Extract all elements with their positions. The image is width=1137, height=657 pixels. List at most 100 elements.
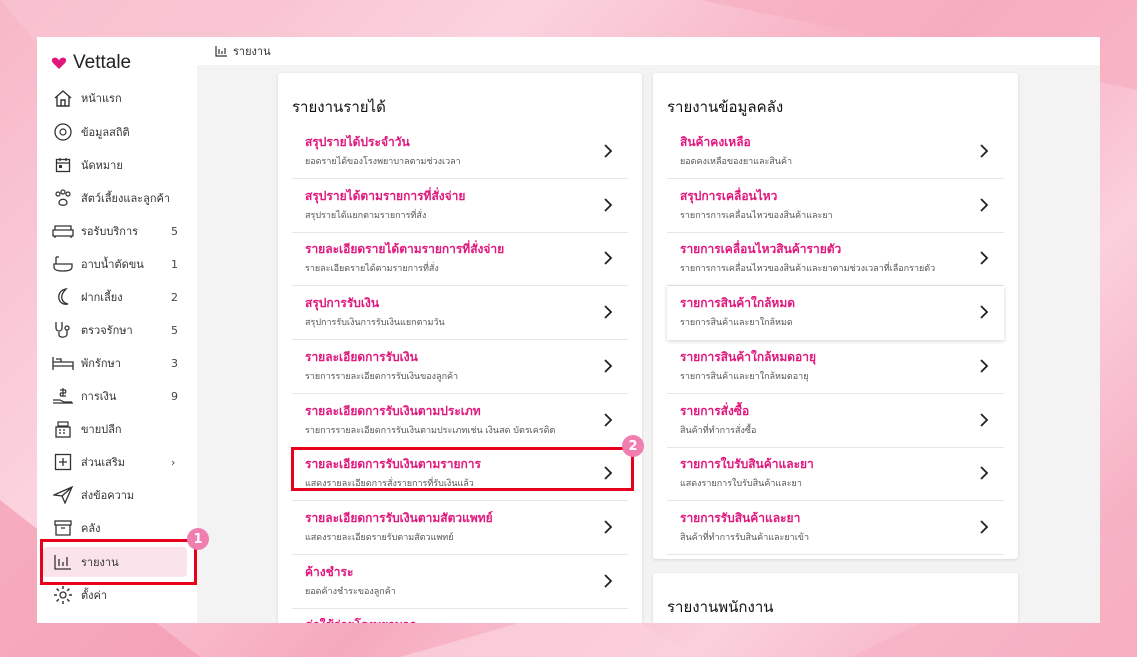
step-badge-1: 1 bbox=[187, 528, 209, 550]
staff-reports-title: รายงานพนักงาน bbox=[667, 598, 774, 616]
sidebar-item-label: การเงิน bbox=[81, 390, 117, 403]
send-icon bbox=[52, 484, 74, 506]
sidebar-item-count: 5 bbox=[171, 323, 178, 337]
report-title: สรุปการเคลื่อนไหว bbox=[680, 188, 778, 203]
sidebar-item-appointments[interactable]: นัดหมาย bbox=[43, 150, 187, 180]
sidebar-item-boarding[interactable]: ฝากเลี้ยง 2 bbox=[43, 282, 187, 312]
bathtub-icon bbox=[52, 253, 74, 275]
chevron-right-icon bbox=[604, 520, 613, 534]
sidebar-item-label: คลัง bbox=[81, 522, 101, 535]
archive-icon bbox=[52, 517, 74, 539]
report-row[interactable]: รายการเคลื่อนไหวสินค้ารายตัว รายการการเคล… bbox=[667, 232, 1004, 287]
report-row[interactable]: ค้างชำระ ยอดค้างชำระของลูกค้า bbox=[292, 555, 628, 609]
income-reports-card: รายงานรายได้ สรุปรายได้ประจำวัน ยอดรายได้… bbox=[278, 73, 642, 623]
breadcrumb-label[interactable]: รายงาน bbox=[233, 42, 271, 60]
money-icon bbox=[52, 385, 74, 407]
report-title: รายการเคลื่อนไหวสินค้ารายตัว bbox=[680, 242, 842, 257]
sidebar-item-label: ส่วนเสริม bbox=[81, 456, 126, 469]
sidebar-item-count: 9 bbox=[171, 389, 178, 403]
chevron-right-icon bbox=[980, 198, 989, 212]
report-subtitle: แสดงรายละเอียดรายรับตามสัตวแพทย์ bbox=[305, 532, 454, 543]
moon-icon bbox=[52, 286, 74, 308]
highlight-box-reports bbox=[40, 539, 197, 585]
report-subtitle: สินค้าที่ทำการสั่งซื้อ bbox=[680, 425, 757, 436]
sidebar-item-label: นัดหมาย bbox=[81, 159, 123, 172]
report-title: รายการสินค้าใกล้หมด bbox=[680, 296, 796, 311]
report-row[interactable]: สรุปรายได้ประจำวัน ยอดรายได้ของโรงพยาบาลต… bbox=[292, 125, 628, 179]
chevron-right-icon bbox=[604, 359, 613, 373]
bar-chart-icon bbox=[215, 45, 227, 57]
stethoscope-icon bbox=[52, 319, 74, 341]
sidebar-item-retail[interactable]: ขายปลีก bbox=[43, 414, 187, 444]
sidebar-item-inpatient[interactable]: พักรักษา 3 bbox=[43, 348, 187, 378]
report-subtitle: สินค้าที่ทำการรับสินค้าและยาเข้า bbox=[680, 532, 810, 543]
sidebar-item-home[interactable]: หน้าแรก bbox=[43, 83, 187, 113]
report-title: สรุปรายได้ประจำวัน bbox=[305, 135, 410, 149]
report-title: รายการใบรับสินค้าและยา bbox=[680, 457, 814, 472]
report-subtitle: สรุปรายได้แยกตามรายการที่สั่ง bbox=[305, 210, 427, 221]
report-row[interactable]: รายการรับสินค้าและยาสินค้าที่ทำการรับสิน… bbox=[667, 501, 1004, 555]
report-title: สรุปรายได้ตามรายการที่สั่งจ่าย bbox=[305, 188, 466, 203]
sidebar-item-extras[interactable]: ส่วนเสริม › bbox=[43, 447, 187, 477]
chevron-right-icon bbox=[980, 251, 989, 266]
sidebar-item-stats[interactable]: ข้อมูลสถิติ bbox=[43, 117, 187, 147]
inventory-reports-title: รายงานข้อมูลคลัง bbox=[667, 98, 784, 116]
report-subtitle: รายการการเคลื่อนไหวของสินค้าและยา bbox=[680, 210, 833, 221]
report-title: รายการสั่งซื้อ bbox=[680, 403, 750, 418]
sidebar-item-count: 2 bbox=[171, 290, 178, 304]
staff-reports-card: รายงานพนักงาน bbox=[653, 573, 1018, 623]
inventory-reports-card: รายงานข้อมูลคลัง สินค้าคงเหลือ ยอดคงเหลือ… bbox=[653, 73, 1018, 559]
report-subtitle: แสดงรายการใบรับสินค้าและยา bbox=[680, 479, 802, 490]
report-title: รายละเอียดรายได้ตามรายการที่สั่งจ่าย bbox=[305, 242, 505, 257]
app-window: Vettale หน้าแรกข้อมูลสถิตินัดหมายสัตว์เล… bbox=[37, 37, 1100, 623]
report-title: รายละเอียดการรับเงิน bbox=[305, 349, 418, 364]
report-row[interactable]: ค่าใช้จ่ายโรงพยาบาล bbox=[292, 608, 628, 623]
report-row[interactable]: รายการใบรับสินค้าและยาแสดงรายการใบรับสิน… bbox=[667, 447, 1004, 502]
sidebar-item-label: หน้าแรก bbox=[81, 92, 122, 105]
sidebar-item-count: 1 bbox=[171, 257, 178, 271]
highlight-box-report-row bbox=[291, 447, 634, 491]
gear-icon bbox=[52, 584, 74, 606]
report-row[interactable]: รายการสินค้าใกล้หมด รายการสินค้าและยาใกล้… bbox=[667, 286, 1004, 340]
sidebar-item-count: › bbox=[171, 455, 176, 469]
chevron-right-icon bbox=[980, 520, 989, 534]
report-row[interactable]: รายละเอียดรายได้ตามรายการที่สั่งจ่าย รายล… bbox=[292, 232, 628, 287]
report-row[interactable]: สินค้าคงเหลือ ยอดคงเหลือของยาและสินค้า bbox=[667, 125, 1004, 179]
report-row[interactable]: รายละเอียดการรับเงินตามประเภท รายการรายละ… bbox=[292, 394, 628, 448]
report-subtitle: รายการรายละเอียดการรับเงินของลูกค้า bbox=[305, 371, 459, 382]
sidebar-item-exam[interactable]: ตรวจรักษา 5 bbox=[43, 315, 187, 345]
report-row[interactable]: รายละเอียดการรับเงินตามสัตวแพทย์ แสดงรายล… bbox=[292, 501, 628, 555]
sidebar-item-messages[interactable]: ส่งข้อความ bbox=[43, 480, 187, 510]
stats-icon bbox=[52, 121, 74, 143]
report-title: รายการรับสินค้าและยา bbox=[680, 510, 801, 525]
brand-logo[interactable]: Vettale bbox=[51, 51, 131, 75]
sidebar-item-grooming[interactable]: อาบน้ำตัดขน 1 bbox=[43, 249, 187, 279]
chevron-right-icon bbox=[604, 144, 613, 158]
sidebar-item-label: ตั้งค่า bbox=[81, 589, 108, 602]
report-title: รายละเอียดการรับเงินตามประเภท bbox=[305, 403, 481, 418]
sidebar-item-label: ส่งข้อความ bbox=[81, 489, 135, 502]
sidebar-item-finance[interactable]: การเงิน 9 bbox=[43, 381, 187, 411]
sidebar-item-pets-customers[interactable]: สัตว์เลี้ยงและลูกค้า bbox=[43, 183, 187, 213]
sidebar-item-count: 5 bbox=[171, 224, 178, 238]
sidebar-item-label: ข้อมูลสถิติ bbox=[81, 126, 130, 139]
chevron-right-icon bbox=[604, 412, 613, 427]
report-row[interactable]: สรุปรายได้ตามรายการที่สั่งจ่ายสรุปรายได้… bbox=[292, 179, 628, 233]
sidebar-item-waiting[interactable]: รอรับบริการ 5 bbox=[43, 216, 187, 246]
report-subtitle: รายการสินค้าและยาใกล้หมดอายุ bbox=[680, 371, 809, 382]
report-subtitle: สรุปการรับเงินการรับเงินแยกตามวัน bbox=[305, 318, 445, 329]
chevron-right-icon bbox=[604, 198, 613, 212]
report-row[interactable]: สรุปการเคลื่อนไหวรายการการเคลื่อนไหวของส… bbox=[667, 179, 1004, 233]
chevron-right-icon bbox=[604, 573, 613, 588]
chevron-right-icon bbox=[980, 466, 989, 480]
plus-box-icon bbox=[52, 451, 74, 473]
report-row[interactable]: รายละเอียดการรับเงินรายการรายละเอียดการร… bbox=[292, 340, 628, 394]
report-row[interactable]: รายการสั่งซื้อสินค้าที่ทำการสั่งซื้อ bbox=[667, 394, 1004, 448]
calendar-icon bbox=[52, 154, 74, 176]
report-row[interactable]: สรุปการรับเงิน สรุปการรับเงินการรับเงินแย… bbox=[292, 286, 628, 341]
heart-logo-icon bbox=[51, 57, 67, 69]
cash-register-icon bbox=[52, 418, 74, 440]
chevron-right-icon bbox=[604, 305, 613, 319]
income-reports-title: รายงานรายได้ bbox=[292, 98, 386, 116]
report-row[interactable]: รายการสินค้าใกล้หมดอายุ รายการสินค้าและยา… bbox=[667, 340, 1004, 394]
